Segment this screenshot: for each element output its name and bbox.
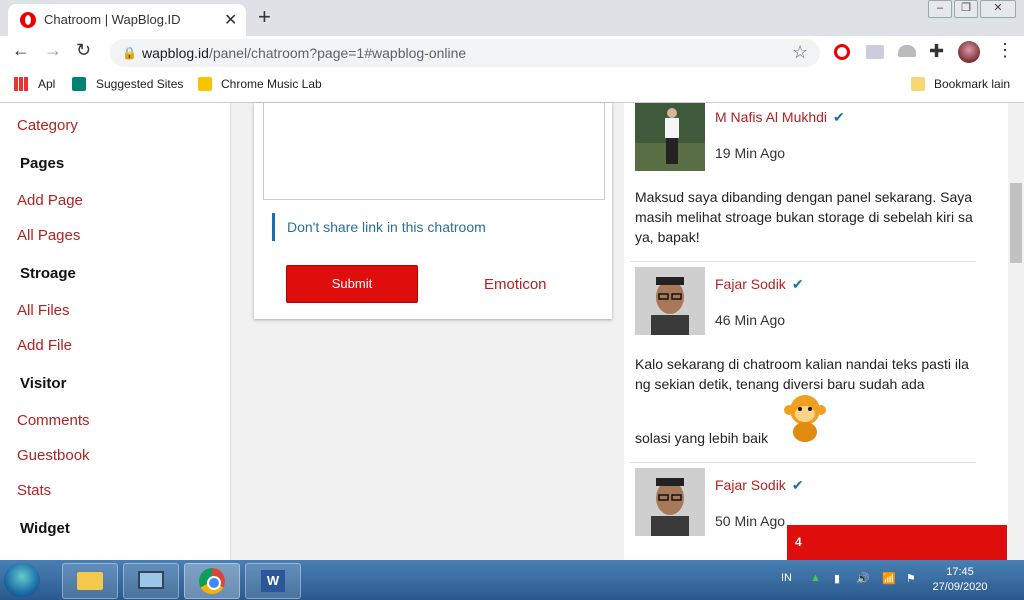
menu-dots-icon[interactable]: ⋮ xyxy=(996,40,1014,61)
sidebar: Category Pages Add Page All Pages Stroag… xyxy=(0,103,231,560)
network-alert-icon[interactable]: ▲ xyxy=(810,572,821,584)
bookmark-chrome-music-lab[interactable]: Chrome Music Lab xyxy=(221,77,322,91)
bookmarks-bar: Apl Suggested Sites Chrome Music Lab Boo… xyxy=(0,70,1024,103)
bookmark-apl[interactable]: Apl xyxy=(38,77,55,91)
word-taskbar-icon[interactable]: W xyxy=(245,563,301,599)
bookmark-suggested-sites[interactable]: Suggested Sites xyxy=(96,77,183,91)
sidebar-item-comments[interactable]: Comments xyxy=(17,412,90,429)
restore-icon[interactable]: ❐ xyxy=(954,0,978,18)
battery-icon[interactable]: ▮ xyxy=(834,572,840,585)
cloud-extension-icon[interactable] xyxy=(898,45,916,57)
remote-desktop-taskbar-icon[interactable] xyxy=(123,563,179,599)
chat-entry: Fajar Sodik ✔ 46 Min Ago Kalo sekarang di… xyxy=(630,262,976,463)
scroll-thumb[interactable] xyxy=(1010,183,1022,263)
chat-form-card: Don't share link in this chatroom Submit… xyxy=(254,103,612,319)
chat-time: 19 Min Ago xyxy=(715,145,786,161)
sidebar-heading-widget: Widget xyxy=(20,520,70,537)
forward-icon[interactable]: → xyxy=(44,40,62,61)
bing-icon xyxy=(72,77,86,91)
verified-check-icon: ✔ xyxy=(791,276,804,292)
sidebar-item-category[interactable]: Category xyxy=(17,117,78,134)
verified-check-icon: ✔ xyxy=(791,477,804,493)
chat-author[interactable]: Fajar Sodik ✔ xyxy=(715,276,804,293)
opera-favicon-icon xyxy=(20,12,36,28)
bookmark-other[interactable]: Bookmark lain xyxy=(934,77,1010,91)
reload-icon[interactable]: ↻ xyxy=(76,40,91,61)
flag-icon[interactable]: ⚑ xyxy=(906,572,916,585)
back-icon[interactable]: ← xyxy=(12,40,30,61)
chat-list: M Nafis Al Mukhdi ✔ 19 Min Ago Maksud say… xyxy=(624,103,1008,560)
taskbar-clock[interactable]: 17:45 27/09/2020 xyxy=(930,565,990,595)
folder-icon xyxy=(911,77,925,91)
online-notification-bar[interactable]: 4 xyxy=(787,525,1007,560)
close-tab-icon[interactable]: ✕ xyxy=(224,10,237,30)
new-tab-button[interactable]: + xyxy=(258,4,271,30)
page-scrollbar[interactable] xyxy=(1008,103,1024,560)
explorer-taskbar-icon[interactable] xyxy=(62,563,118,599)
clock-date: 27/09/2020 xyxy=(932,581,988,593)
profile-avatar[interactable] xyxy=(958,41,980,63)
volume-icon[interactable]: 🔊 xyxy=(856,572,870,585)
lock-icon: 🔒 xyxy=(122,46,137,60)
chat-notice: Don't share link in this chatroom xyxy=(272,213,486,241)
clock-time: 17:45 xyxy=(946,566,974,578)
chat-entry: M Nafis Al Mukhdi ✔ 19 Min Ago Maksud say… xyxy=(630,103,976,262)
chat-author[interactable]: Fajar Sodik ✔ xyxy=(715,477,804,494)
language-indicator[interactable]: IN xyxy=(781,572,792,584)
sidebar-item-stats[interactable]: Stats xyxy=(17,482,51,499)
minimize-icon[interactable]: ‒ xyxy=(928,0,952,18)
tab-title: Chatroom | WapBlog.ID xyxy=(44,12,181,27)
sidebar-item-all-files[interactable]: All Files xyxy=(17,302,70,319)
user-avatar[interactable] xyxy=(635,103,705,171)
sidebar-heading-visitor: Visitor xyxy=(20,375,67,392)
chat-time: 46 Min Ago xyxy=(715,312,786,328)
url-text: wapblog.id/panel/chatroom?page=1#wapblog… xyxy=(142,45,467,61)
start-button-icon[interactable] xyxy=(4,563,40,597)
message-textarea[interactable] xyxy=(263,103,605,200)
cast-extension-icon[interactable] xyxy=(866,45,884,59)
user-avatar[interactable] xyxy=(635,267,705,335)
sidebar-heading-stroage: Stroage xyxy=(20,265,76,282)
chat-author[interactable]: M Nafis Al Mukhdi ✔ xyxy=(715,109,845,126)
chrome-taskbar-icon[interactable] xyxy=(184,563,240,599)
monkey-emoticon-icon xyxy=(784,395,826,442)
emoticon-link[interactable]: Emoticon xyxy=(484,276,547,293)
browser-tab[interactable]: Chatroom | WapBlog.ID ✕ xyxy=(8,4,246,36)
sidebar-item-add-page[interactable]: Add Page xyxy=(17,192,83,209)
close-window-icon[interactable]: ✕ xyxy=(980,0,1016,18)
music-lab-icon xyxy=(198,77,212,91)
sidebar-item-add-file[interactable]: Add File xyxy=(17,337,72,354)
submit-button[interactable]: Submit xyxy=(286,265,418,303)
address-bar[interactable]: 🔒 wapblog.id/panel/chatroom?page=1#wapbl… xyxy=(110,39,820,67)
sidebar-item-guestbook[interactable]: Guestbook xyxy=(17,447,90,464)
sidebar-heading-pages: Pages xyxy=(20,155,65,172)
sidebar-item-all-pages[interactable]: All Pages xyxy=(17,227,80,244)
chat-message: Maksud saya dibanding dengan panel sekar… xyxy=(635,189,973,245)
user-avatar[interactable] xyxy=(635,468,705,536)
opera-extension-icon[interactable] xyxy=(834,44,850,60)
signal-icon[interactable]: 📶 xyxy=(882,572,896,585)
bookmark-star-icon[interactable]: ☆ xyxy=(792,42,808,63)
chat-message: Kalo sekarang di chatroom kalian nandai … xyxy=(635,356,969,392)
puzzle-extensions-icon[interactable]: ✚ xyxy=(929,41,944,62)
apps-grid-icon xyxy=(14,77,28,91)
verified-check-icon: ✔ xyxy=(833,109,845,125)
chat-time: 50 Min Ago xyxy=(715,513,786,529)
notification-count: 4 xyxy=(795,535,802,549)
